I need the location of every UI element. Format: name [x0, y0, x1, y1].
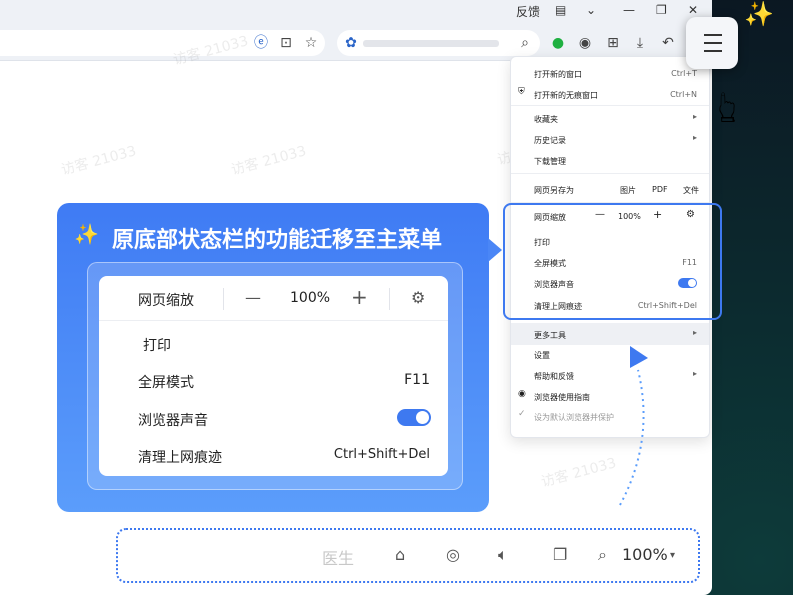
arrow-connector — [619, 346, 648, 506]
search-icon[interactable]: ⌕ — [515, 33, 535, 53]
guide-icon: ◉ — [518, 389, 526, 399]
doctor-label: 医生 — [322, 549, 355, 568]
watermark: 访客 21033 — [59, 143, 139, 179]
menu-item-favorites[interactable]: 收藏夹 — [534, 114, 558, 125]
arrow-path — [619, 369, 645, 506]
zoom-label: 网页缩放 — [138, 293, 194, 309]
fullscreen-item[interactable]: 全屏模式 — [138, 372, 194, 392]
undo-icon[interactable]: ↶ — [658, 33, 678, 53]
save-image-button[interactable]: 图片 — [620, 185, 636, 196]
callout-pointer — [488, 238, 502, 262]
ie-mode-icon[interactable]: ⓔ — [251, 33, 271, 53]
menu-bar — [704, 42, 722, 44]
sparkle-icon: ✨ — [74, 222, 99, 246]
arrow-head — [630, 346, 648, 368]
restore-icon[interactable]: ❐ — [656, 3, 667, 17]
menu-highlight-box — [503, 203, 722, 320]
chevron-down-icon[interactable]: ⌄ — [586, 3, 596, 17]
check-icon: ✓ — [518, 409, 526, 419]
sound-item: 浏览器声音 — [138, 413, 208, 429]
divider — [511, 173, 709, 174]
minimize-icon[interactable]: — — [623, 3, 635, 17]
zoom-icon[interactable]: ⌕ — [598, 545, 607, 565]
title-bar: 反馈 ▤ ⌄ — ❐ ✕ — [0, 0, 712, 26]
shortcut-label: Ctrl+N — [670, 90, 697, 99]
watermark: 访客 21033 — [229, 143, 309, 179]
menu-item-guide[interactable]: 浏览器使用指南 — [534, 392, 590, 403]
divider — [99, 320, 448, 321]
window-icon[interactable]: ❐ — [553, 545, 567, 564]
zoom-settings-icon[interactable]: ⚙ — [411, 288, 425, 307]
apps-grid-icon[interactable]: ⊞ — [603, 33, 623, 53]
wechat-icon[interactable]: ● — [548, 33, 568, 53]
chevron-right-icon: ▸ — [692, 133, 697, 142]
sparkle-icon: ✨ — [744, 0, 774, 28]
sound-icon[interactable]: 🔈︎ — [498, 545, 508, 565]
cleaner-icon[interactable]: ⌂ — [395, 545, 405, 564]
callout-card: 网页缩放 — 100% + ⚙ 打印 全屏模式 F11 浏览器声音 清理上网痕迹… — [99, 276, 448, 476]
menu-item-new-window[interactable]: 打开新的窗口 — [534, 69, 582, 80]
shortcut-label: Ctrl+T — [671, 69, 697, 78]
chevron-right-icon: ▸ — [692, 369, 697, 378]
zoom-value: 100% — [290, 290, 331, 306]
divider — [511, 105, 709, 106]
zoom-in-button[interactable]: + — [351, 285, 368, 309]
main-menu-button[interactable] — [686, 17, 738, 69]
callout-title: 原底部状态栏的功能迁移至主菜单 — [112, 228, 443, 253]
menu-item-save-as[interactable]: 网页另存为 — [534, 185, 574, 196]
save-pdf-button[interactable]: PDF — [652, 185, 668, 194]
search-engine-icon: ✿ — [345, 35, 357, 51]
shortcut-label: Ctrl+Shift+Del — [333, 447, 430, 462]
menu-item-history[interactable]: 历史记录 — [534, 135, 566, 146]
sound-toggle[interactable] — [397, 409, 431, 426]
save-file-button[interactable]: 文件 — [683, 185, 699, 196]
status-bar-highlight — [116, 528, 700, 583]
chevron-right-icon: ▸ — [692, 328, 697, 337]
menu-item-settings[interactable]: 设置 — [534, 350, 550, 361]
incognito-icon[interactable]: ◎ — [446, 545, 460, 564]
print-item[interactable]: 打印 — [143, 335, 171, 355]
chevron-down-icon[interactable]: ▾ — [670, 550, 675, 561]
skin-icon[interactable]: ▤ — [555, 3, 566, 17]
screenshot-icon[interactable]: ⊡ — [276, 33, 296, 53]
zoom-out-button[interactable]: — — [245, 288, 261, 307]
menu-item-help[interactable]: 帮助和反馈 — [534, 371, 574, 382]
close-icon[interactable]: ✕ — [688, 3, 698, 17]
chevron-right-icon: ▸ — [692, 112, 697, 121]
divider — [389, 288, 390, 310]
feedback-button[interactable]: 反馈 — [516, 3, 540, 20]
star-icon[interactable]: ☆ — [301, 33, 321, 53]
pointing-hand-icon: 👆︎ — [718, 82, 737, 133]
menu-bar — [704, 50, 722, 52]
incognito-icon: ⛨ — [518, 87, 525, 97]
extension-z-icon[interactable]: ◉ — [575, 33, 595, 53]
search-placeholder — [363, 40, 499, 47]
download-icon[interactable]: ⤓ — [630, 33, 650, 53]
search-input[interactable]: ✿ ⌕ — [337, 30, 540, 56]
menu-item-new-incognito[interactable]: 打开新的无痕窗口 — [534, 90, 598, 101]
divider — [223, 288, 224, 310]
menu-item-more-tools[interactable]: 更多工具 — [534, 330, 566, 341]
status-zoom-value[interactable]: 100% — [622, 545, 668, 564]
menu-bar — [704, 34, 722, 36]
menu-item-downloads[interactable]: 下载管理 — [534, 156, 566, 167]
shortcut-label: F11 — [404, 372, 430, 388]
clear-item[interactable]: 清理上网痕迹 — [138, 447, 222, 467]
